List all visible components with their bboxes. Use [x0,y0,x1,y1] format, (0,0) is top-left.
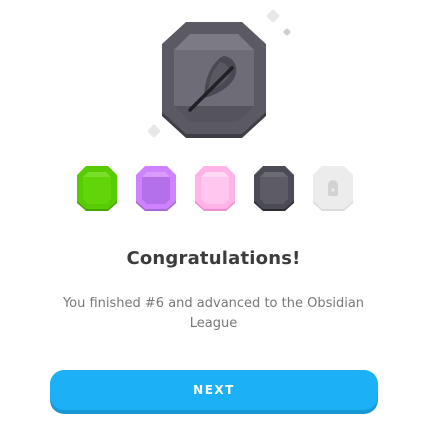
locked-league-gem-icon [313,166,353,211]
sparkle-icon [282,27,292,37]
obsidian-league-gem-icon [254,166,294,211]
pearl-league-gem-icon [195,166,235,211]
promotion-message: You finished #6 and advanced to the Obsi… [62,296,365,331]
league-progression-row [76,166,356,214]
sparkle-icon [265,8,281,24]
emerald-league-gem-icon [77,166,117,211]
league-promotion-screen: Congratulations! You finished #6 and adv… [0,0,427,433]
page-title: Congratulations! [126,248,301,269]
obsidian-league-badge-icon [162,22,266,138]
sparkle-icon [146,123,162,139]
lock-icon [328,180,338,196]
amethyst-league-gem-icon [136,166,176,211]
next-button[interactable]: NEXT [50,370,378,410]
